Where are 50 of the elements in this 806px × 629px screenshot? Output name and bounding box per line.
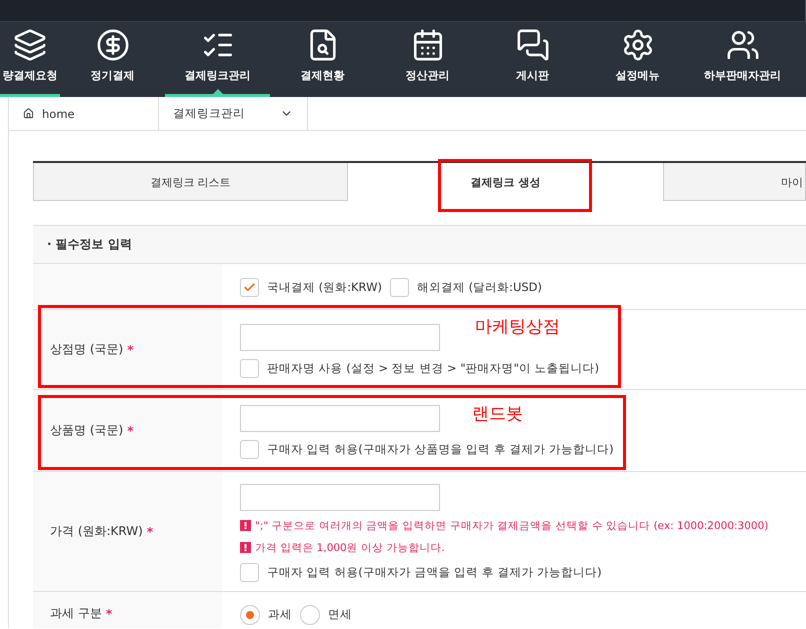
warning-icon (240, 542, 251, 553)
checkbox[interactable] (240, 562, 259, 582)
nav-item[interactable]: 설정메뉴 (585, 22, 690, 97)
home-link[interactable]: home (42, 106, 75, 120)
radio-button[interactable] (240, 604, 260, 624)
annotation-text: 마케팅상점 (475, 316, 560, 338)
required-mark: * (127, 342, 134, 356)
input-field[interactable] (240, 484, 440, 510)
nav-item[interactable]: 결제링크관리 (165, 22, 270, 97)
tab[interactable]: 마이 (663, 163, 806, 201)
nav-item[interactable]: 량결제요청 (0, 22, 60, 97)
field-label: 과세 구분 (50, 605, 102, 622)
option-label: 면세 (328, 607, 352, 622)
input-field[interactable] (240, 404, 440, 432)
nav-item[interactable]: 하부판매자관리 (690, 22, 795, 97)
input-field[interactable] (240, 324, 440, 350)
warning-icon (240, 520, 251, 531)
radio-button[interactable] (300, 604, 320, 624)
layers-icon (13, 28, 47, 62)
required-mark: * (146, 524, 154, 538)
home-icon (23, 108, 34, 119)
required-mark: * (106, 606, 112, 620)
option-label: 국내결제 (원화:KRW) (267, 280, 382, 295)
field-label: 상점명 (국문) (50, 341, 124, 358)
tab[interactable]: 결제링크 리스트 (33, 163, 348, 201)
users-icon (726, 28, 760, 62)
nav-item[interactable]: 게시판 (480, 22, 585, 97)
hint-text: 가격 입력은 1,000원 이상 가능합니다. (255, 540, 445, 554)
section-title: · 필수정보 입력 (33, 225, 806, 264)
nav-item[interactable]: 정기결제 (60, 22, 165, 97)
option-label: 구매자 입력 허용(구매자가 상품명을 입력 후 결제가 가능합니다) (267, 442, 614, 456)
chat-icon (516, 28, 550, 62)
field-label: 상품명 (국문) (50, 422, 124, 439)
checkbox[interactable] (240, 440, 259, 458)
checkbox[interactable] (240, 358, 259, 378)
option-label: 판매자명 사용 (설정 > 정보 변경 > "판매자명"이 노출됩니다) (267, 360, 600, 376)
option-label: 구매자 입력 허용(구매자가 금액을 입력 후 결제가 가능합니다) (267, 564, 602, 580)
checkbox[interactable] (390, 278, 409, 297)
hint-text: ";" 구분으로 여러개의 금액을 입력하면 구매자가 결제금액을 선택할 수 있습니다 (ex: 1000:2000:3000) (255, 518, 768, 532)
checkbox[interactable] (240, 278, 259, 297)
nav-item[interactable]: 결제현황 (270, 22, 375, 97)
option-label: 해외결제 (달러화:USD) (416, 280, 542, 295)
required-mark: * (127, 424, 134, 438)
nav-item[interactable]: 정산관리 (375, 22, 480, 97)
breadcrumb-dropdown[interactable]: 결제링크관리 (159, 97, 308, 130)
dollar-icon (96, 28, 130, 62)
option-label: 과세 (268, 607, 292, 622)
field-label: 가격 (원화:KRW) (50, 523, 143, 540)
annotation-text: 랜드봇 (472, 403, 523, 425)
check-icon (243, 281, 256, 294)
